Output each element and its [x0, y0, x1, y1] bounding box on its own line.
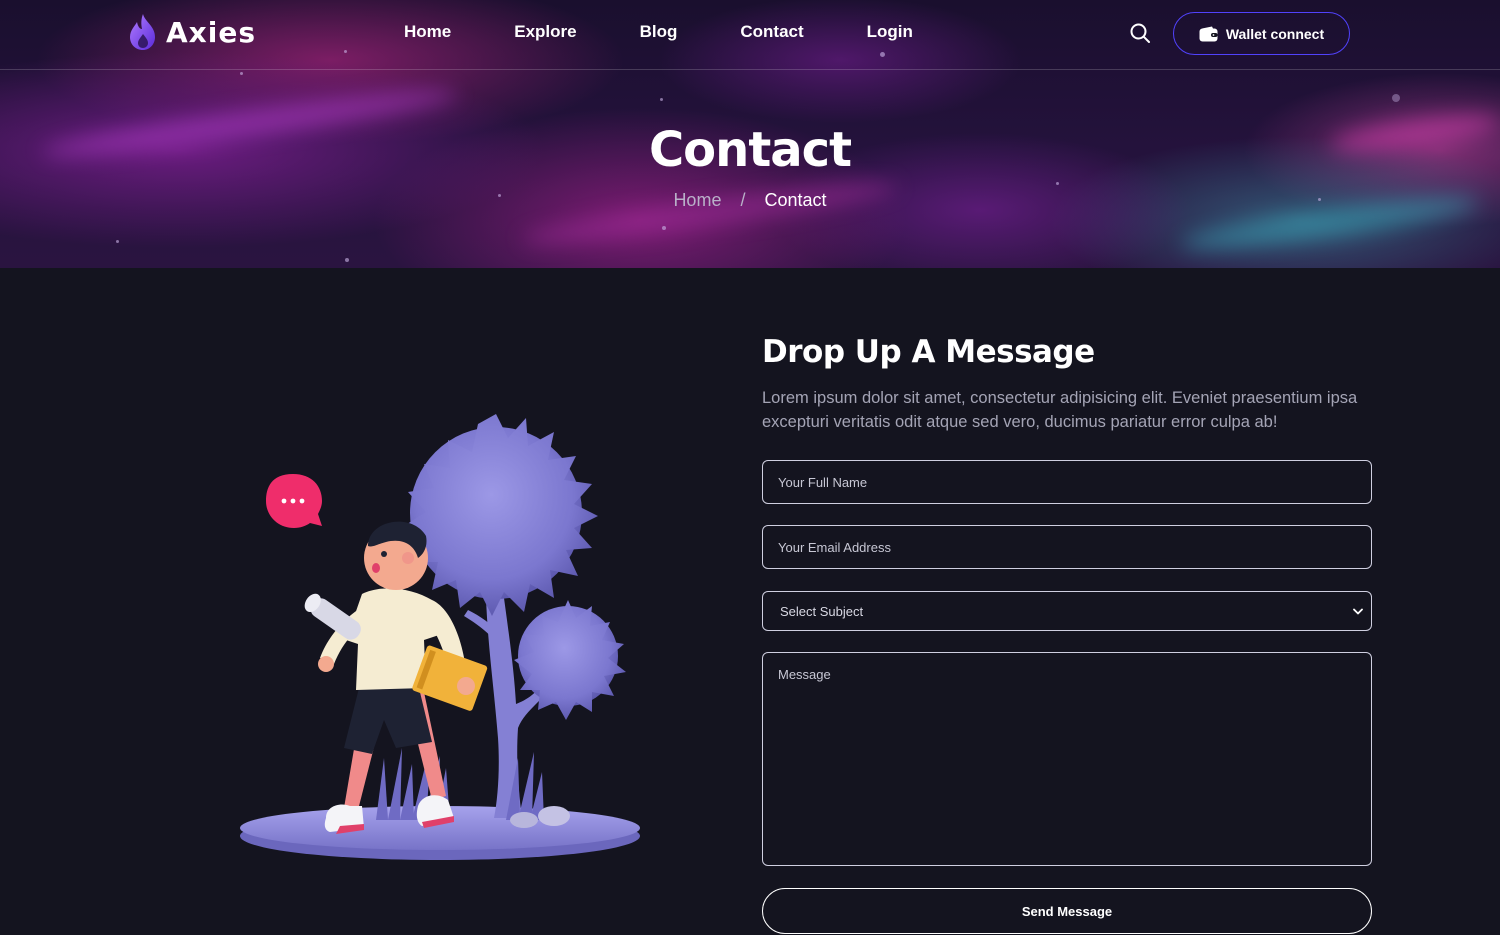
- form-description: Lorem ipsum dolor sit amet, consectetur …: [762, 389, 1358, 431]
- contact-illustration: [240, 414, 640, 860]
- breadcrumb-separator: /: [740, 190, 746, 210]
- wallet-icon: [1199, 26, 1218, 41]
- main-nav: Home Explore Blog Contact Login: [404, 22, 913, 42]
- contact-form-header: Drop Up A Message Lorem ipsum dolor sit …: [762, 330, 1372, 434]
- full-name-input[interactable]: [762, 460, 1372, 504]
- chevron-down-icon: [1353, 608, 1363, 614]
- nav-link-blog[interactable]: Blog: [640, 22, 678, 42]
- top-navbar: Axies Home Explore Blog Contact Login Wa…: [0, 0, 1500, 70]
- send-message-button[interactable]: Send Message: [762, 888, 1372, 934]
- nav-link-home[interactable]: Home: [404, 22, 451, 42]
- chat-bubble-icon: [266, 474, 322, 528]
- search-icon: [1130, 23, 1150, 43]
- email-input[interactable]: [762, 525, 1372, 569]
- breadcrumb-current: Contact: [764, 190, 827, 210]
- form-heading: Drop Up A Message: [762, 334, 1095, 370]
- wallet-connect-label: Wallet connect: [1225, 25, 1325, 42]
- nebula-streak: [520, 173, 900, 253]
- subject-selected-value: Select Subject: [780, 603, 864, 619]
- brand-logo[interactable]: Axies: [128, 10, 256, 54]
- subject-select[interactable]: Select Subject: [762, 591, 1372, 631]
- breadcrumb-home-link[interactable]: Home: [673, 190, 721, 210]
- breadcrumb: Home / Contact: [0, 190, 1500, 211]
- flame-logo-icon: [130, 14, 155, 50]
- message-textarea[interactable]: [762, 652, 1372, 866]
- page-title: Contact: [648, 122, 852, 178]
- brand-name: Axies: [166, 15, 256, 49]
- nav-link-login[interactable]: Login: [867, 22, 913, 42]
- nav-link-contact[interactable]: Contact: [740, 22, 803, 42]
- search-button[interactable]: [1128, 21, 1152, 45]
- wallet-connect-button[interactable]: Wallet connect: [1173, 12, 1350, 55]
- nav-link-explore[interactable]: Explore: [514, 22, 576, 42]
